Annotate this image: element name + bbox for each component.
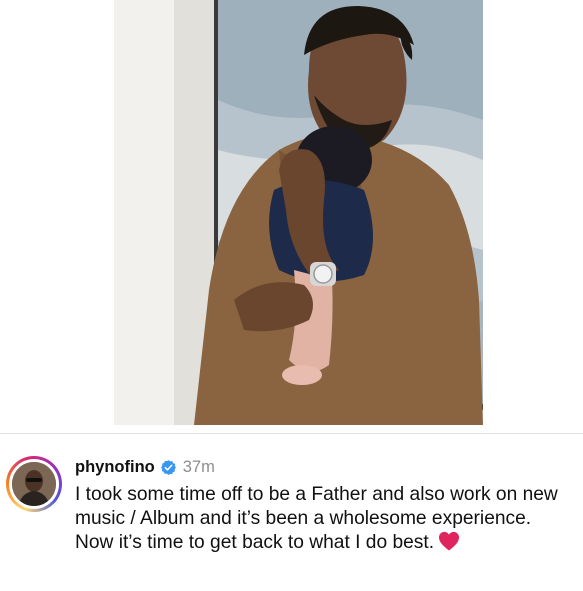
verified-badge-icon	[160, 459, 177, 476]
meta-line: phynofino 37m	[75, 456, 570, 478]
caption-content: phynofino 37m I took some time off to be…	[75, 456, 570, 555]
instagram-post: phynofino 37m I took some time off to be…	[0, 0, 583, 591]
avatar	[12, 462, 56, 506]
post-photo[interactable]	[114, 0, 483, 425]
post-timestamp: 37m	[182, 457, 215, 476]
red-heart-icon	[438, 531, 460, 551]
caption-text: I took some time off to be a Father and …	[75, 483, 570, 555]
avatar-story-ring[interactable]	[6, 456, 62, 512]
divider	[0, 433, 583, 434]
caption-body: I took some time off to be a Father and …	[75, 484, 558, 553]
username-link[interactable]: phynofino	[75, 458, 155, 477]
